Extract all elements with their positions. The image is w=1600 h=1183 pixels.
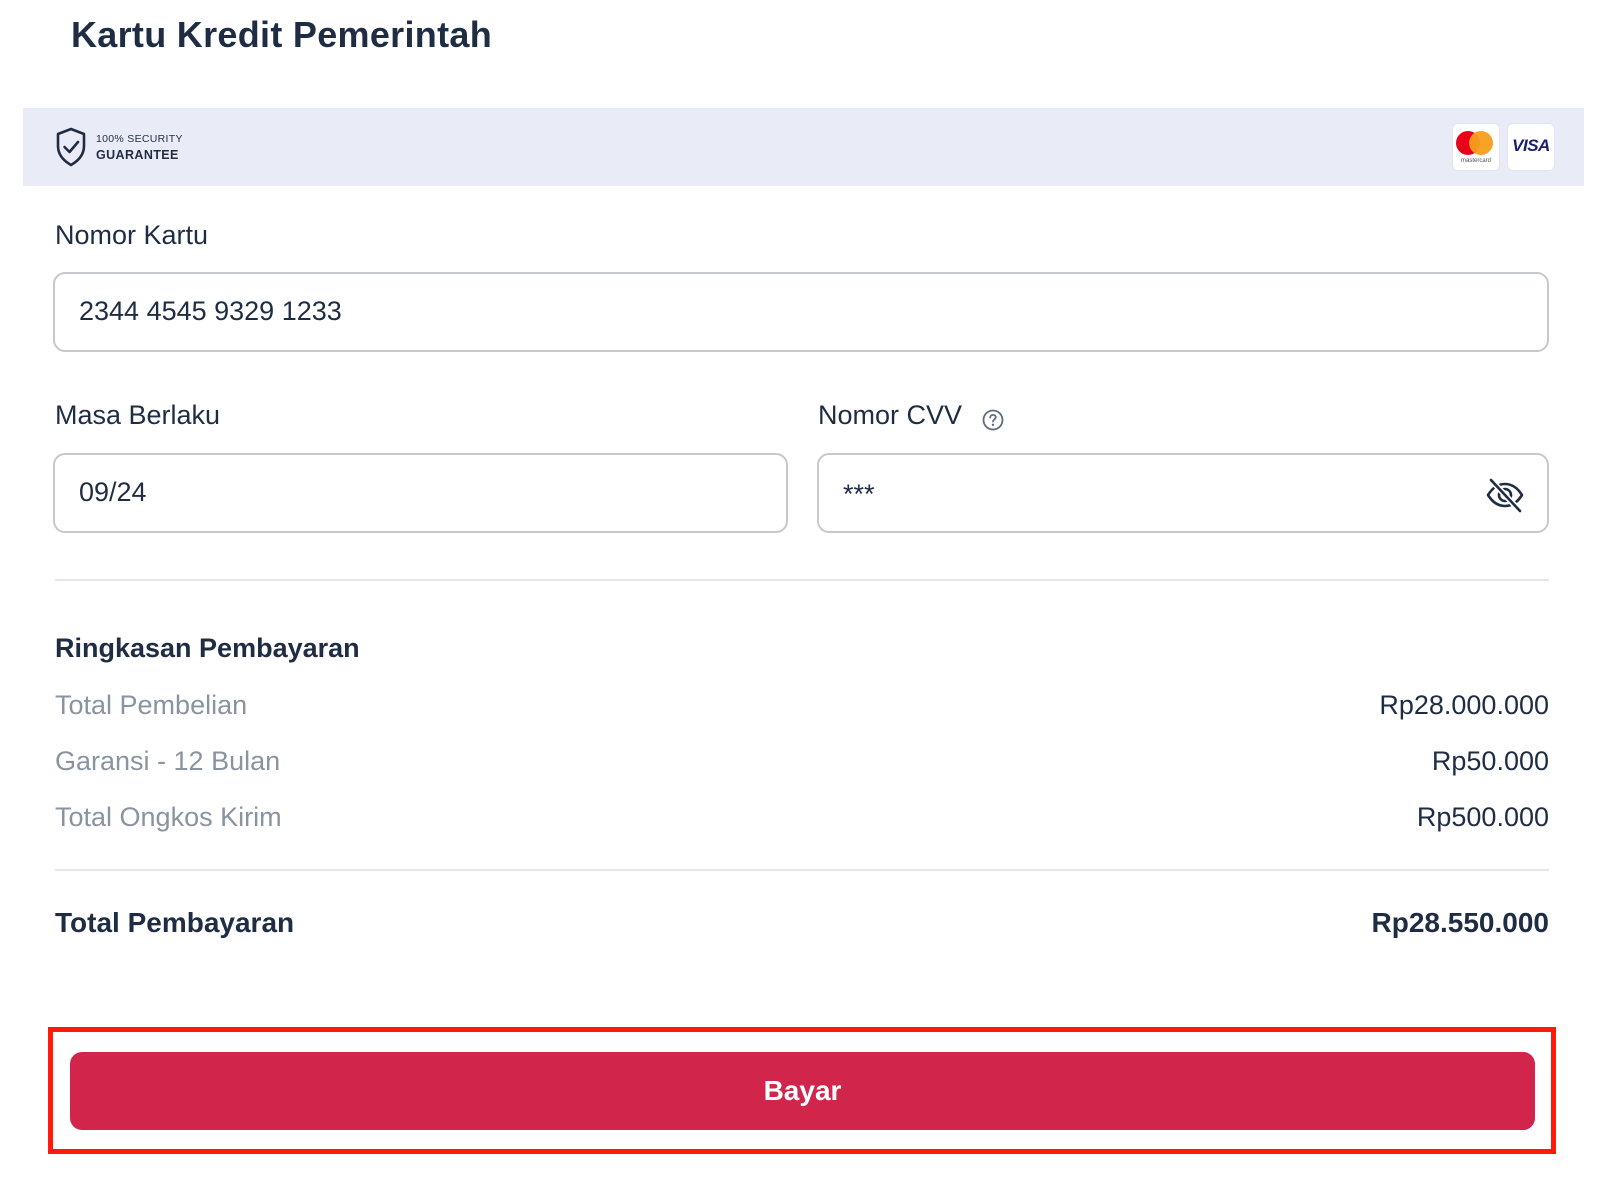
card-number-value: 2344 4545 9329 1233 xyxy=(79,296,342,326)
divider xyxy=(55,579,1549,581)
summary-row-label: Total Ongkos Kirim xyxy=(55,802,282,832)
payment-page: Kartu Kredit Pemerintah 100% SECURITY GU… xyxy=(0,0,1600,1183)
help-circle-icon[interactable] xyxy=(982,409,1004,431)
cvv-input[interactable]: *** xyxy=(817,453,1549,533)
total-payment-label: Total Pembayaran xyxy=(55,907,295,938)
summary-row-value: Rp28.000.000 xyxy=(1379,690,1549,720)
mastercard-logo: mastercard xyxy=(1453,124,1499,170)
page-title: Kartu Kredit Pemerintah xyxy=(71,14,492,55)
visa-wordmark: VISA xyxy=(1512,136,1550,155)
security-line1: 100% SECURITY xyxy=(96,133,183,145)
summary-title: Ringkasan Pembayaran xyxy=(55,633,360,663)
summary-row-value: Rp500.000 xyxy=(1416,802,1549,832)
pay-button[interactable]: Bayar xyxy=(70,1052,1535,1130)
divider xyxy=(55,869,1549,871)
mastercard-wordmark: mastercard xyxy=(1460,158,1491,164)
visa-logo: VISA xyxy=(1508,124,1554,170)
summary-row-label: Total Pembelian xyxy=(55,690,248,720)
total-payment-value: Rp28.550.000 xyxy=(1371,907,1549,938)
summary-row-value: Rp50.000 xyxy=(1431,746,1549,776)
security-banner: 100% SECURITY GUARANTEE mastercard VISA xyxy=(23,108,1584,186)
card-number-label: Nomor Kartu xyxy=(55,220,209,250)
eye-off-icon[interactable] xyxy=(1485,475,1525,515)
shield-check-icon xyxy=(56,127,86,167)
expiry-label: Masa Berlaku xyxy=(55,400,221,430)
summary-row-label: Garansi - 12 Bulan xyxy=(55,746,281,776)
security-line2: GUARANTEE xyxy=(96,147,179,162)
card-number-input[interactable]: 2344 4545 9329 1233 xyxy=(53,272,1549,352)
expiry-value: 09/24 xyxy=(79,477,147,507)
expiry-input[interactable]: 09/24 xyxy=(53,453,788,533)
cvv-label: Nomor CVV xyxy=(818,400,963,430)
security-guarantee-text: 100% SECURITY GUARANTEE xyxy=(96,134,183,161)
cvv-value: *** xyxy=(843,479,875,509)
mastercard-orange-circle xyxy=(1469,131,1493,155)
